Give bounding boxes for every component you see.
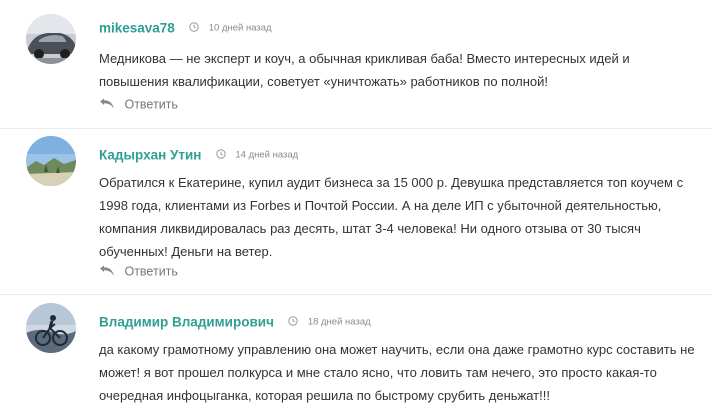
reply-button[interactable]: Ответить bbox=[99, 264, 178, 279]
comment-author[interactable]: Владимир Владимирович bbox=[99, 314, 274, 329]
reply-label: Ответить bbox=[124, 97, 178, 112]
comment-date[interactable]: 18 дней назад bbox=[308, 316, 371, 327]
reply-arrow-icon bbox=[100, 265, 114, 276]
comment-text: да какому грамотному управлению она може… bbox=[99, 342, 695, 403]
reply-label: Ответить bbox=[124, 264, 178, 279]
clock-icon bbox=[288, 316, 299, 326]
comment-date[interactable]: 10 дней назад bbox=[209, 22, 272, 33]
comment-text: Обратился к Екатерине, купил аудит бизне… bbox=[99, 175, 684, 259]
reply-button[interactable]: Ответить bbox=[99, 97, 178, 112]
comment-author[interactable]: mikesava78 bbox=[99, 20, 175, 35]
avatar[interactable] bbox=[26, 136, 76, 186]
reply-arrow-icon bbox=[100, 98, 114, 109]
comment-date[interactable]: 14 дней назад bbox=[235, 149, 298, 160]
avatar[interactable] bbox=[26, 303, 76, 353]
comment-divider bbox=[0, 128, 713, 129]
avatar[interactable] bbox=[26, 14, 76, 64]
clock-icon bbox=[189, 22, 199, 32]
comment-text: Медникова — не эксперт и коуч, а обычная… bbox=[99, 51, 630, 89]
comment-author[interactable]: Кадырхан Утин bbox=[99, 147, 201, 162]
clock-icon bbox=[216, 149, 226, 159]
comment-divider bbox=[0, 294, 713, 295]
